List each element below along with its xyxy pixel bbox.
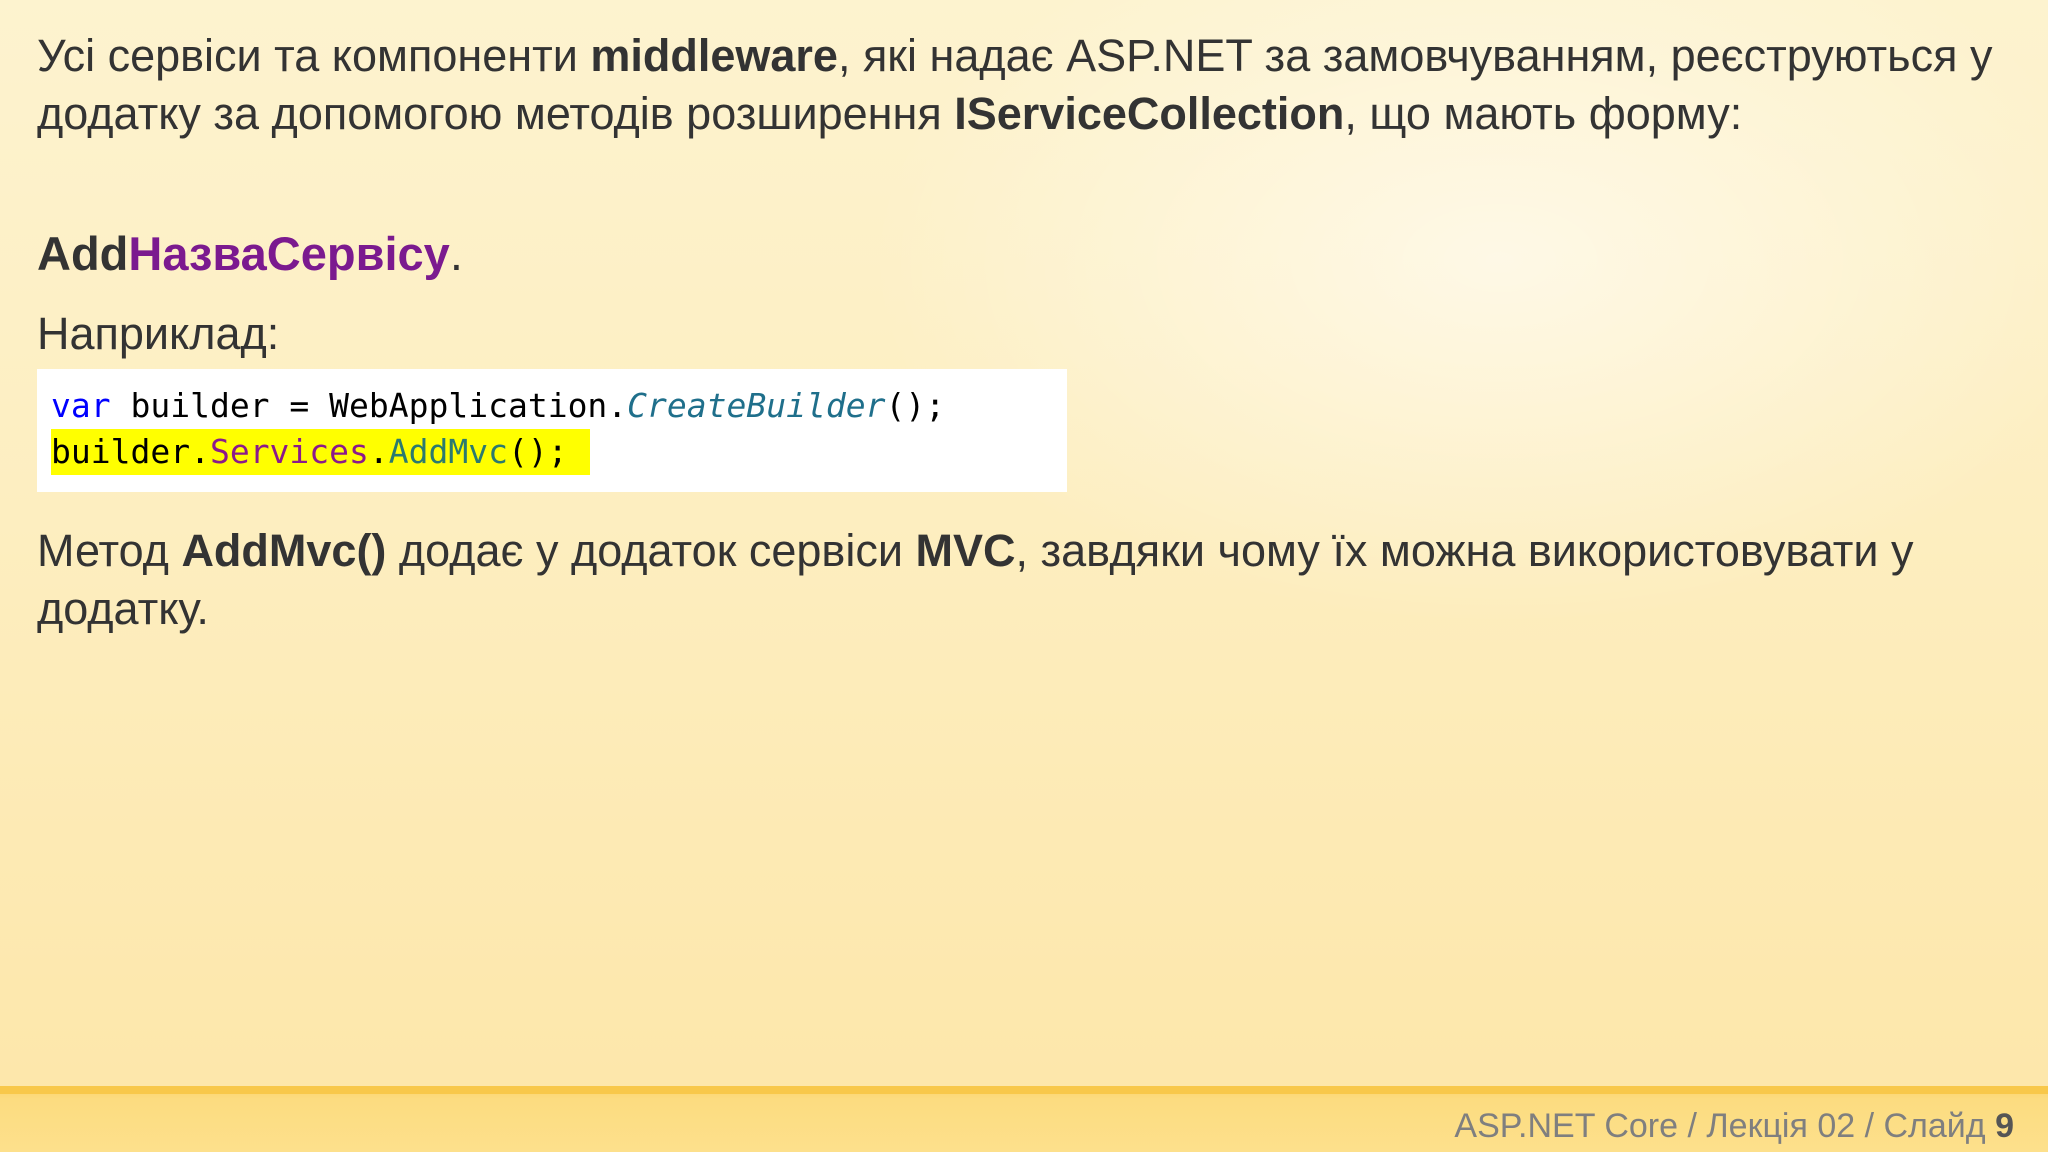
intro-text-3: , що мають форму: <box>1344 88 1743 139</box>
pattern-prefix: Add <box>37 227 129 280</box>
code-line-1-text: builder = WebApplication. <box>110 386 628 425</box>
code-line-2-end: (); <box>508 432 568 471</box>
method-description: Метод AddMvc() додає у додаток сервіси M… <box>37 522 2017 638</box>
method-text-1: Метод <box>37 525 182 576</box>
code-block: var builder = WebApplication.CreateBuild… <box>37 369 1067 492</box>
footer-caption: ASP.NET Core / Лекція 02 / Слайд 9 <box>1454 1106 2014 1146</box>
code-method-createbuilder: CreateBuilder <box>627 386 886 425</box>
slide: Усі сервіси та компоненти middleware, як… <box>0 0 2048 1152</box>
code-prop-services: Services <box>209 432 369 471</box>
footer-slide-number: 9 <box>1995 1107 2014 1145</box>
pattern-line: AddНазваСервісу. <box>37 225 463 283</box>
footer-divider <box>0 1086 2048 1094</box>
code-line-2-text: builder. <box>51 432 210 471</box>
code-line-2-highlighted: builder.Services.AddMvc(); <box>51 429 590 475</box>
intro-bold-middleware: middleware <box>590 30 838 81</box>
intro-text-1: Усі сервіси та компоненти <box>37 30 591 81</box>
intro-bold-iservicecollection: IServiceCollection <box>954 88 1345 139</box>
code-line-1: var builder = WebApplication.CreateBuild… <box>51 383 1067 429</box>
intro-paragraph: Усі сервіси та компоненти middleware, як… <box>37 27 2017 143</box>
code-line-1-end: (); <box>885 386 946 425</box>
method-bold-mvc: MVC <box>915 525 1016 576</box>
code-line-2-dot: . <box>368 432 389 471</box>
code-keyword-var: var <box>51 386 111 425</box>
pattern-name: НазваСервісу <box>128 227 450 280</box>
footer-course-text: ASP.NET Core / Лекція 02 / Слайд <box>1454 1107 1996 1145</box>
method-bold-addmvc: AddMvc() <box>181 525 387 576</box>
pattern-suffix: . <box>449 227 463 280</box>
method-text-2: додає у додаток сервіси <box>386 525 916 576</box>
example-label: Наприклад: <box>37 308 280 359</box>
code-call-addmvc: AddMvc <box>388 432 508 471</box>
